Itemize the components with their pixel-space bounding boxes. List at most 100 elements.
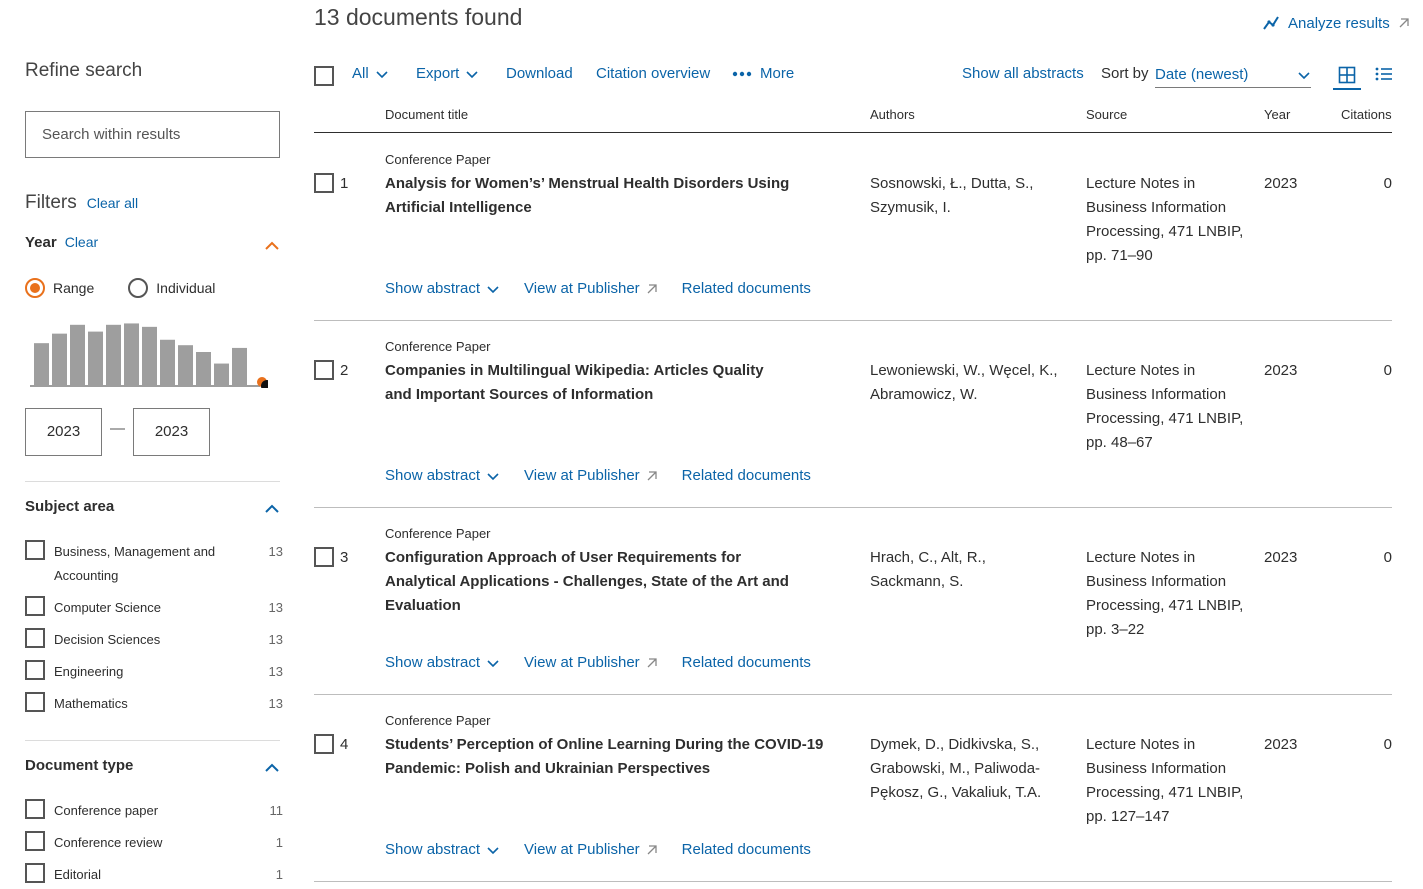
document-title-link[interactable]: Companies in Multilingual Wikipedia: Art… xyxy=(385,359,765,407)
citations: 0 xyxy=(1383,175,1392,192)
column-header-title: Document title xyxy=(385,107,469,122)
subject-filter-decision-sciences[interactable]: Decision Sciences 13 xyxy=(25,628,283,652)
result-checkbox[interactable] xyxy=(314,173,334,193)
document-title-link[interactable]: Analysis for Women’s’ Menstrual Health D… xyxy=(385,172,845,220)
year-filter-title: Year xyxy=(25,234,57,251)
show-abstract-button[interactable]: Show abstract xyxy=(385,654,500,671)
source[interactable]: Lecture Notes in Business Information Pr… xyxy=(1086,733,1256,829)
list-view-icon[interactable] xyxy=(1374,64,1394,84)
view-at-publisher-label: View at Publisher xyxy=(524,467,640,484)
authors[interactable]: Hrach, C., Alt, R., Sackmann, S. xyxy=(870,546,1020,594)
show-abstract-label: Show abstract xyxy=(385,467,481,484)
filter-label: Conference review xyxy=(54,835,163,850)
related-documents-link[interactable]: Related documents xyxy=(682,467,811,484)
year-to-input[interactable]: 2023 xyxy=(133,408,210,456)
clear-all-link[interactable]: Clear all xyxy=(87,195,138,211)
checkbox[interactable] xyxy=(25,660,45,680)
chevron-down-icon xyxy=(487,285,499,293)
show-all-abstracts-button[interactable]: Show all abstracts xyxy=(962,65,1084,82)
chevron-up-icon[interactable] xyxy=(262,236,282,256)
checkbox[interactable] xyxy=(25,540,45,560)
authors[interactable]: Sosnowski, Ł., Dutta, S., Szymusik, I. xyxy=(870,172,1070,220)
result-checkbox[interactable] xyxy=(314,734,334,754)
year: 2023 xyxy=(1264,362,1298,379)
row-divider xyxy=(314,694,1392,695)
result-checkbox[interactable] xyxy=(314,360,334,380)
document-title-link[interactable]: Configuration Approach of User Requireme… xyxy=(385,546,815,618)
checkbox[interactable] xyxy=(25,628,45,648)
chevron-up-icon[interactable] xyxy=(262,499,282,519)
checkbox[interactable] xyxy=(25,596,45,616)
export-dropdown[interactable]: Export xyxy=(416,65,479,82)
sort-select[interactable]: Date (newest) xyxy=(1155,62,1311,88)
view-at-publisher-link[interactable]: View at Publisher xyxy=(524,467,658,484)
histogram-bar xyxy=(232,347,247,386)
subject-filter-mathematics[interactable]: Mathematics 13 xyxy=(25,692,283,716)
doctype-filter-conference-paper[interactable]: Conference paper 11 xyxy=(25,799,283,823)
year-from-input[interactable]: 2023 xyxy=(25,408,102,456)
show-abstract-button[interactable]: Show abstract xyxy=(385,280,500,297)
analyze-results-button[interactable]: Analyze results xyxy=(1262,14,1410,32)
header-divider xyxy=(314,132,1392,133)
authors[interactable]: Lewoniewski, W., Węcel, K., Abramowicz, … xyxy=(870,359,1070,407)
search-within-results-input[interactable] xyxy=(25,111,280,158)
doctype-filter-editorial[interactable]: Editorial 1 xyxy=(25,863,283,887)
year-clear-link[interactable]: Clear xyxy=(65,234,98,250)
subject-filter-computer-science[interactable]: Computer Science 13 xyxy=(25,596,283,620)
filter-label: Business, Management and Accounting xyxy=(54,544,216,583)
checkbox[interactable] xyxy=(25,831,45,851)
year-mode-selector: Range Individual xyxy=(25,278,215,298)
more-button[interactable]: More xyxy=(732,65,794,82)
download-button[interactable]: Download xyxy=(506,65,573,82)
select-all-dropdown[interactable]: All xyxy=(352,65,389,82)
source[interactable]: Lecture Notes in Business Information Pr… xyxy=(1086,359,1256,455)
filter-count: 13 xyxy=(268,600,283,615)
result-actions: Show abstract View at Publisher Related … xyxy=(385,467,835,484)
chevron-up-icon[interactable] xyxy=(262,758,282,778)
grid-view-button[interactable] xyxy=(1333,62,1361,90)
subject-filter-business[interactable]: Business, Management and Accounting 13 xyxy=(25,540,283,588)
filter-count: 13 xyxy=(268,544,283,559)
range-radio[interactable] xyxy=(25,278,45,298)
checkbox[interactable] xyxy=(25,863,45,883)
range-dash: — xyxy=(110,420,125,437)
view-at-publisher-link[interactable]: View at Publisher xyxy=(524,280,658,297)
select-all-checkbox[interactable] xyxy=(314,66,334,86)
histogram-bar xyxy=(70,324,85,386)
chevron-down-icon xyxy=(487,846,499,854)
column-header-year: Year xyxy=(1264,107,1291,122)
view-at-publisher-label: View at Publisher xyxy=(524,841,640,858)
result-number: 4 xyxy=(340,736,349,753)
document-title-link[interactable]: Students’ Perception of Online Learning … xyxy=(385,733,825,781)
external-link-icon xyxy=(647,657,657,667)
result-checkbox[interactable] xyxy=(314,547,334,567)
related-documents-link[interactable]: Related documents xyxy=(682,841,811,858)
citation-overview-button[interactable]: Citation overview xyxy=(596,65,710,82)
histogram-bar xyxy=(52,333,67,386)
individual-radio[interactable] xyxy=(128,278,149,298)
sort-by-label: Sort by xyxy=(1101,65,1149,82)
filter-label: Mathematics xyxy=(54,696,128,711)
subject-filter-engineering[interactable]: Engineering 13 xyxy=(25,660,283,684)
citations: 0 xyxy=(1383,549,1392,566)
show-abstract-button[interactable]: Show abstract xyxy=(385,841,500,858)
citations: 0 xyxy=(1383,736,1392,753)
doctype-filter-conference-review[interactable]: Conference review 1 xyxy=(25,831,283,855)
view-at-publisher-label: View at Publisher xyxy=(524,280,640,297)
related-documents-link[interactable]: Related documents xyxy=(682,654,811,671)
result-number: 1 xyxy=(340,175,349,192)
view-at-publisher-link[interactable]: View at Publisher xyxy=(524,654,658,671)
source[interactable]: Lecture Notes in Business Information Pr… xyxy=(1086,546,1256,642)
source[interactable]: Lecture Notes in Business Information Pr… xyxy=(1086,172,1256,268)
related-documents-link[interactable]: Related documents xyxy=(682,280,811,297)
document-type: Conference Paper xyxy=(385,339,491,354)
subject-area-title: Subject area xyxy=(25,498,115,515)
filter-count: 13 xyxy=(268,632,283,647)
checkbox[interactable] xyxy=(25,799,45,819)
filters-header: Filters Clear all xyxy=(25,192,138,214)
show-abstract-button[interactable]: Show abstract xyxy=(385,467,500,484)
histogram-bar xyxy=(34,343,49,386)
authors[interactable]: Dymek, D., Didkivska, S., Grabowski, M.,… xyxy=(870,733,1050,805)
checkbox[interactable] xyxy=(25,692,45,712)
view-at-publisher-link[interactable]: View at Publisher xyxy=(524,841,658,858)
